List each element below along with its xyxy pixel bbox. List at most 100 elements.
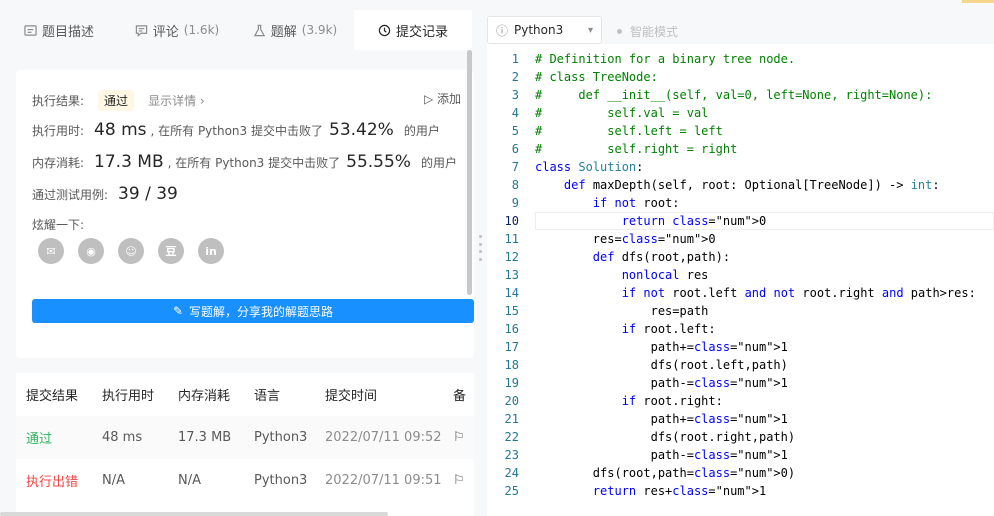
write-solution-label: 写题解，分享我的解题思路 — [189, 304, 334, 319]
code-line[interactable]: 21 path+=class="num">1 — [487, 410, 994, 428]
tab-description-label: 题目描述 — [41, 24, 94, 40]
code-text: if root.left: — [621, 322, 716, 336]
col-time: 提交时间 — [325, 389, 378, 404]
code-line[interactable]: 11 res=class="num">0 — [487, 230, 994, 248]
code-line[interactable]: 9 if not root: — [487, 194, 994, 212]
qq-icon[interactable]: ☺ — [118, 238, 144, 264]
line-number: 23 — [504, 448, 519, 462]
code-line[interactable]: 25 return res+class="num">1 — [487, 482, 994, 500]
code-line[interactable]: 13 nonlocal res — [487, 266, 994, 284]
runtime-label: 执行用时: — [32, 124, 85, 138]
code-text: # def __init__(self, val=0, left=None, r… — [535, 88, 933, 102]
col-memory: 内存消耗 — [178, 389, 231, 404]
memory-users: 的用户 — [420, 156, 457, 170]
comment-icon — [135, 24, 147, 37]
code-text: if root.right: — [621, 394, 723, 408]
code-line[interactable]: 5 # self.left = left — [487, 122, 994, 140]
code-text: # self.left = left — [535, 124, 723, 138]
code-line[interactable]: 17 path+=class="num">1 — [487, 338, 994, 356]
code-text: dfs(root,path=class="num">0) — [535, 466, 796, 480]
description-icon — [24, 24, 37, 36]
memory-row: 内存消耗: 17.3 MB , 在所有 Python3 提交中击败了 55.55… — [32, 152, 457, 172]
testcases-value: 39 / 39 — [118, 184, 178, 204]
line-number: 7 — [511, 160, 519, 174]
code-line[interactable]: 2 # class TreeNode: — [487, 68, 994, 86]
tab-comments[interactable]: 评论 (1.6k) — [118, 10, 236, 50]
linkedin-icon[interactable]: in — [198, 238, 224, 264]
code-line[interactable]: 19 path-=class="num">1 — [487, 374, 994, 392]
tab-description[interactable]: 题目描述 — [0, 10, 118, 50]
code-line[interactable]: 16 if root.left: — [487, 320, 994, 338]
code-line[interactable]: 24 dfs(root,path=class="num">0) — [487, 464, 994, 482]
table-row[interactable]: 通过 48 ms 17.3 MB Python3 2022/07/11 09:5… — [16, 416, 474, 459]
tab-submissions[interactable]: 提交记录 — [354, 10, 472, 50]
tab-solutions[interactable]: 题解 (3.9k) — [236, 10, 354, 50]
line-number: 25 — [504, 484, 519, 498]
left-vertical-scrollbar[interactable] — [467, 50, 472, 295]
code-line[interactable]: 1 # Definition for a binary tree node. — [487, 50, 994, 68]
info-icon: ⓘ — [496, 23, 509, 38]
language-select[interactable]: ⓘ Python3 ▾ — [487, 16, 602, 44]
table-header: 提交结果 执行用时 内存消耗 语言 提交时间 备 — [16, 373, 474, 416]
table-row[interactable]: 执行出错 N/A N/A Python3 2022/07/11 09:51 ⚐ — [16, 459, 474, 502]
code-line[interactable]: 22 dfs(root.right,path) — [487, 428, 994, 446]
code-text: class Solution: — [535, 160, 644, 174]
corner-accent — [962, 0, 994, 3]
code-line[interactable]: 14 if not root.left and not root.right a… — [487, 284, 994, 302]
flask-icon — [253, 24, 265, 36]
left-horizontal-scrollbar[interactable] — [0, 512, 388, 516]
left-panel: 题目描述 评论 (1.6k) 题解 (3.9k) 提交记录 执行结果: 通过 显… — [0, 0, 474, 516]
add-note-button[interactable]: ▷ 添加 — [424, 90, 461, 107]
line-number: 1 — [511, 52, 519, 66]
col-runtime: 执行用时 — [102, 389, 155, 404]
col-language: 语言 — [254, 389, 281, 404]
col-status: 提交结果 — [26, 389, 79, 404]
line-number: 3 — [511, 88, 519, 102]
smart-mode-toggle[interactable]: 智能模式 — [617, 23, 678, 40]
code-line[interactable]: 10 return class="num">0 — [487, 212, 994, 230]
row-status[interactable]: 通过 — [26, 428, 52, 447]
tab-submissions-label: 提交记录 — [395, 24, 448, 40]
memory-percent: 55.55% — [346, 152, 411, 172]
row-runtime: 48 ms — [102, 430, 143, 445]
code-line[interactable]: 23 path-=class="num">1 — [487, 446, 994, 464]
runtime-percent: 53.42% — [329, 120, 394, 140]
row-status[interactable]: 执行出错 — [26, 471, 78, 490]
clock-icon — [378, 24, 391, 36]
code-line[interactable]: 6 # self.right = right — [487, 140, 994, 158]
line-number: 17 — [504, 340, 519, 354]
testcases-label: 通过测试用例: — [32, 188, 109, 202]
line-number: 19 — [504, 376, 519, 390]
code-text: def dfs(root,path): — [592, 250, 731, 264]
flag-icon[interactable]: ⚐ — [453, 473, 465, 488]
code-line[interactable]: 18 dfs(root.left,path) — [487, 356, 994, 374]
code-text: # self.right = right — [535, 142, 738, 156]
line-number: 2 — [511, 70, 519, 84]
memory-text: , 在所有 Python3 提交中击败了 — [167, 156, 341, 170]
drag-handle-icon[interactable] — [479, 235, 482, 261]
runtime-row: 执行用时: 48 ms , 在所有 Python3 提交中击败了 53.42% … — [32, 120, 440, 140]
code-text: dfs(root.right,path) — [535, 430, 796, 444]
exec-result-row: 执行结果: 通过 显示详情 › — [32, 90, 205, 111]
douban-icon[interactable]: 豆 — [158, 238, 184, 264]
code-line[interactable]: 15 res=path — [487, 302, 994, 320]
wechat-icon[interactable]: ✉ — [38, 238, 64, 264]
runtime-users: 的用户 — [403, 124, 440, 138]
code-line[interactable]: 12 def dfs(root,path): — [487, 248, 994, 266]
code-line[interactable]: 20 if root.right: — [487, 392, 994, 410]
write-solution-button[interactable]: ✎ 写题解，分享我的解题思路 — [32, 299, 474, 323]
line-number: 12 — [504, 250, 519, 264]
code-text: # Definition for a binary tree node. — [535, 52, 796, 66]
col-note: 备 — [453, 389, 467, 404]
code-line[interactable]: 8 def maxDepth(self, root: Optional[Tree… — [487, 176, 994, 194]
flag-icon[interactable]: ⚐ — [453, 430, 465, 445]
chevron-down-icon: ▾ — [587, 24, 593, 36]
code-line[interactable]: 3 # def __init__(self, val=0, left=None, … — [487, 86, 994, 104]
code-line[interactable]: 4 # self.val = val — [487, 104, 994, 122]
line-number: 4 — [511, 106, 519, 120]
show-details-link[interactable]: 显示详情 › — [148, 92, 205, 109]
code-editor[interactable]: 1 # Definition for a binary tree node. 2 # … — [487, 50, 994, 516]
language-value: Python3 — [514, 23, 564, 37]
weibo-icon[interactable]: ◉ — [78, 238, 104, 264]
code-line[interactable]: 7 class Solution: — [487, 158, 994, 176]
